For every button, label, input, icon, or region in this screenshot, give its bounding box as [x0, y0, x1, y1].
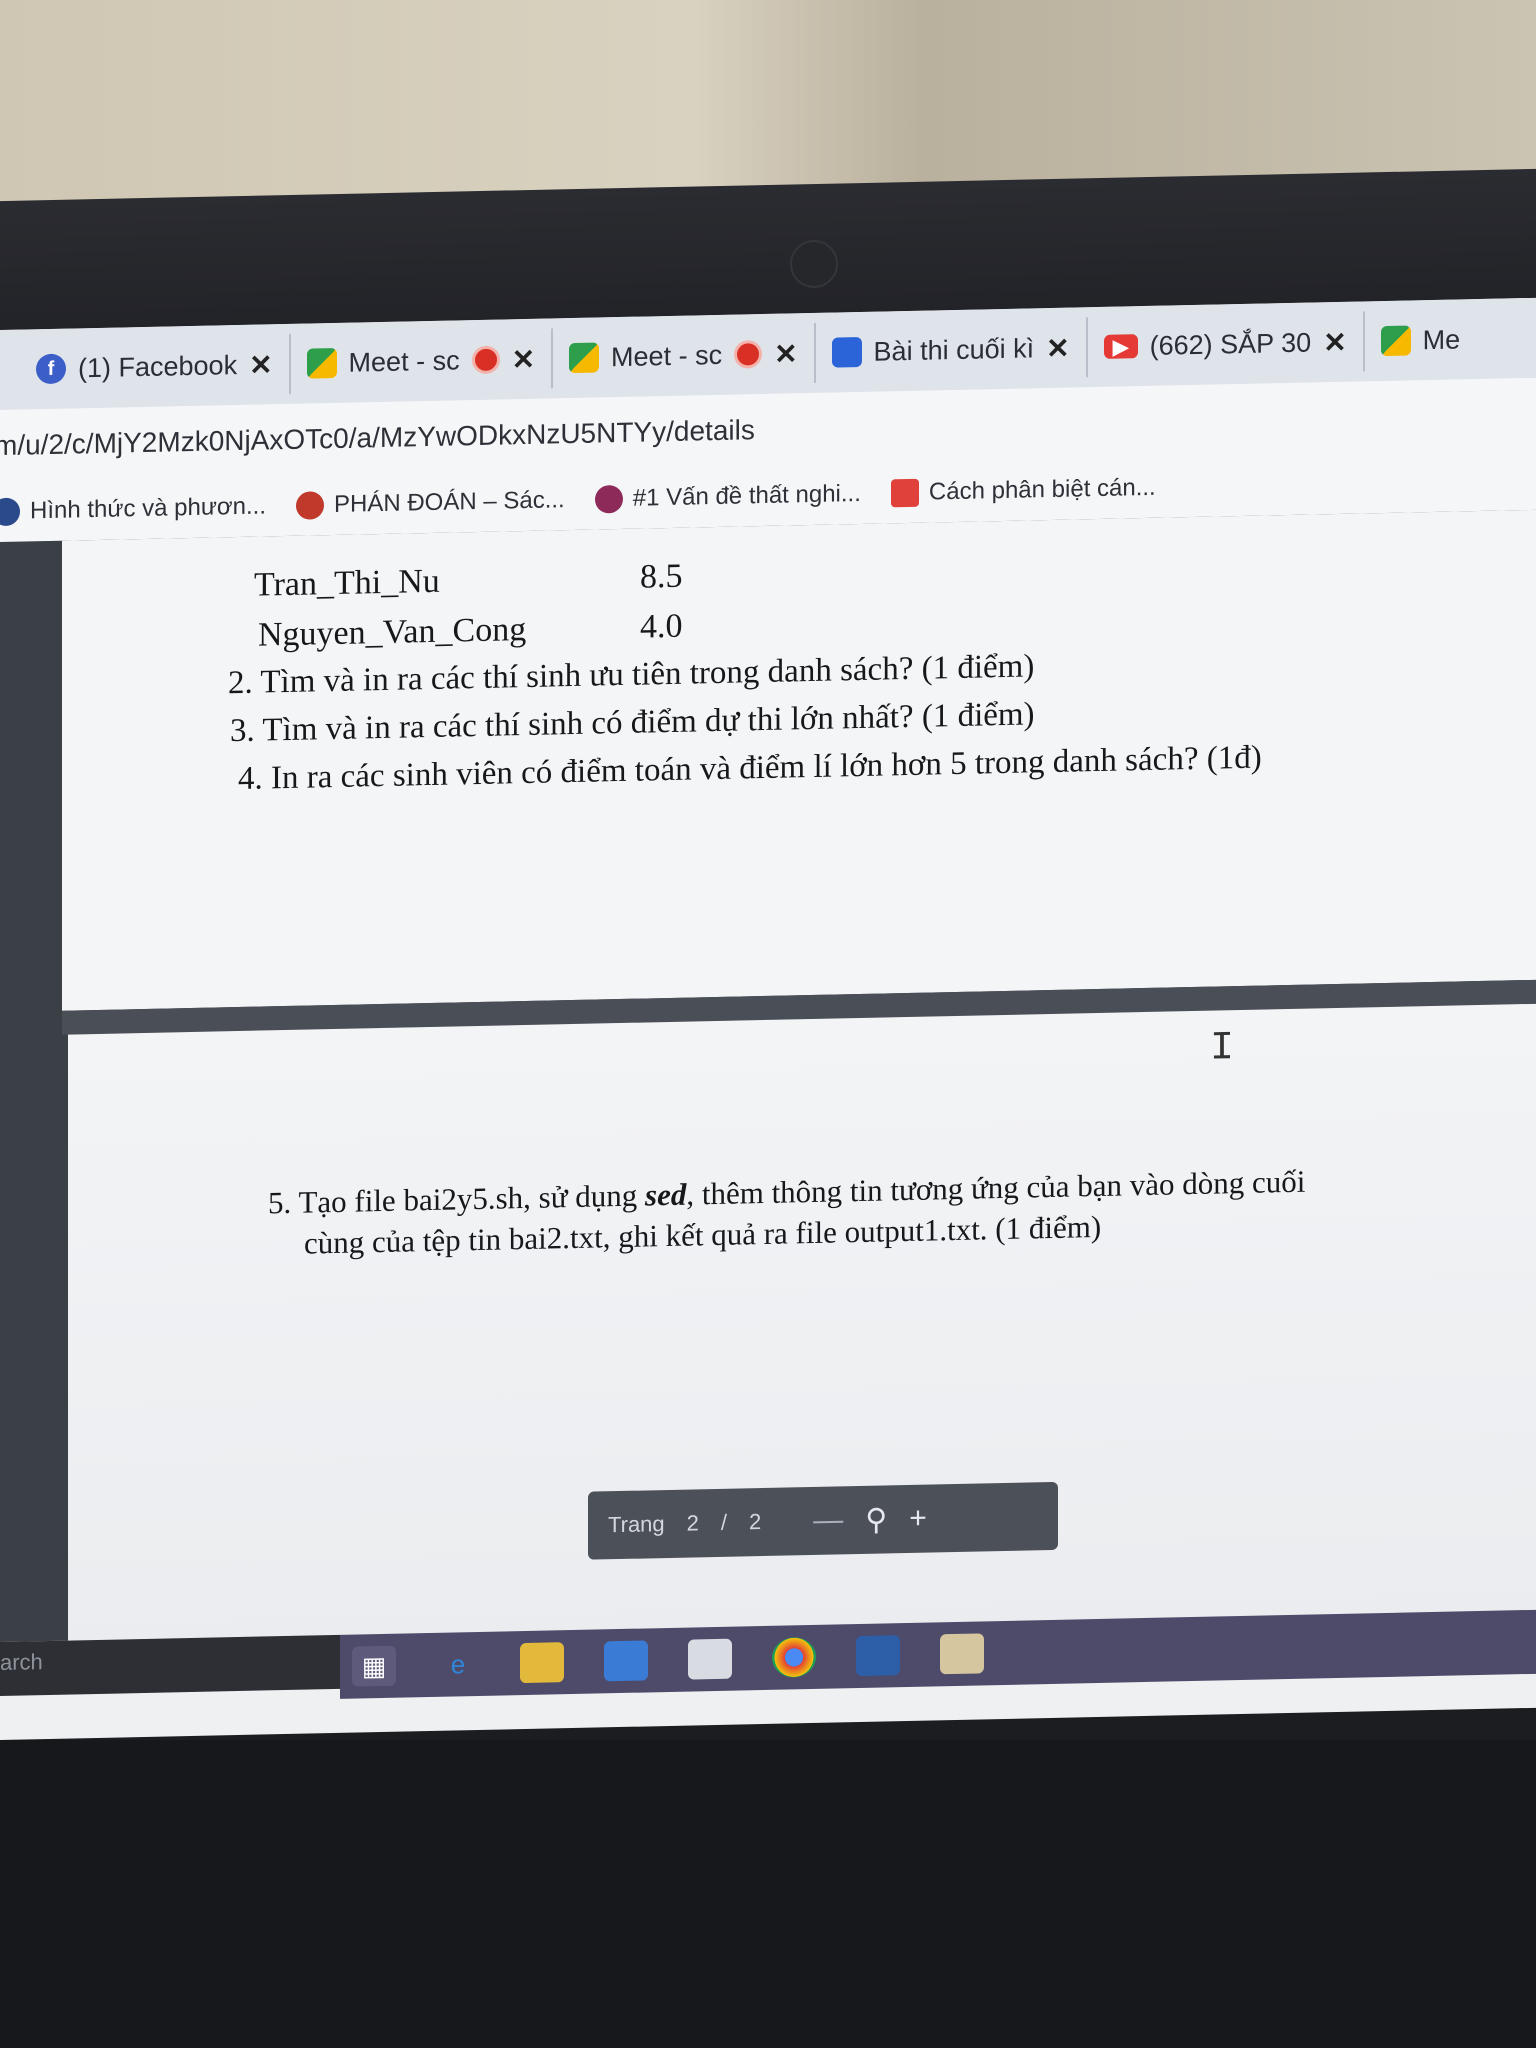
meet-icon: [569, 342, 600, 374]
tab-title: Meet - sc: [348, 344, 460, 378]
question-5-emphasis: sed: [645, 1176, 687, 1213]
virtualbox-icon[interactable]: [856, 1635, 900, 1677]
edge-icon[interactable]: e: [436, 1644, 480, 1685]
search-text: arch: [0, 1649, 43, 1675]
question-5-suffix: , thêm thông tin tương ứng của bạn vào d…: [686, 1163, 1306, 1212]
app-icon[interactable]: [940, 1633, 984, 1675]
chrome-icon[interactable]: [772, 1636, 816, 1678]
question-4: 4. In ra các sinh viên có điểm toán và đ…: [238, 739, 1262, 798]
page-separator-slash: /: [720, 1509, 728, 1535]
webcam: [790, 240, 838, 288]
total-pages: 2: [749, 1509, 762, 1535]
youtube-icon: ▶: [1103, 334, 1138, 359]
tab-youtube[interactable]: ▶ (662) SẮP 30 ✕: [1087, 311, 1365, 378]
url-text[interactable]: m/u/2/c/MjY2Mzk0NjAxOTc0/a/MzYwODkxNzU5N…: [0, 414, 755, 462]
bookmark-label: Cách phân biệt cán...: [928, 473, 1156, 506]
tab-classroom[interactable]: Bài thi cuối kì ✕: [815, 317, 1088, 383]
recording-icon: [734, 340, 763, 369]
bookmark-item[interactable]: Cách phân biệt cán...: [890, 473, 1156, 508]
page-controls: Trang 2 / 2 — ⚲ +: [588, 1481, 1058, 1560]
meet-icon: [306, 347, 337, 379]
taskbar-search[interactable]: arch: [0, 1634, 340, 1696]
mail-icon[interactable]: [688, 1638, 732, 1680]
bookmark-label: PHÁN ĐOÁN – Sác...: [333, 486, 565, 519]
student-name: Nguyen_Van_Cong: [258, 610, 527, 654]
tab-meet-3[interactable]: Me: [1365, 309, 1477, 371]
tab-meet-2[interactable]: Meet - sc ✕: [553, 322, 816, 389]
bookmark-icon: [295, 491, 324, 520]
zoom-in-button[interactable]: +: [909, 1502, 927, 1536]
store-icon[interactable]: [604, 1640, 648, 1682]
close-icon[interactable]: ✕: [774, 337, 797, 370]
tab-meet-1[interactable]: Meet - sc ✕: [290, 328, 554, 394]
file-explorer-icon[interactable]: [520, 1642, 564, 1684]
tab-title: Me: [1422, 323, 1461, 355]
laptop-bezel-bottom: [0, 1740, 1536, 2048]
bookmark-label: Hình thức và phươn...: [30, 492, 266, 525]
question-5-prefix: 5. Tạo file bai2y5.sh, sử dụng: [268, 1177, 645, 1221]
bookmark-icon: [890, 478, 919, 508]
bookmark-icon: [0, 497, 20, 527]
text-cursor-icon: I: [1210, 1026, 1235, 1072]
zoom-icon[interactable]: ⚲: [865, 1502, 887, 1537]
document-page-2: 5. Tạo file bai2y5.sh, sử dụng sed, thêm…: [68, 1003, 1536, 1675]
close-icon[interactable]: ✕: [1046, 331, 1069, 364]
current-page[interactable]: 2: [687, 1510, 699, 1536]
pdf-viewer[interactable]: Tran_Thi_Nu 8.5 Nguyen_Van_Cong 4.0 2. T…: [0, 509, 1536, 1675]
tab-title: (662) SẮP 30: [1149, 327, 1312, 361]
close-icon[interactable]: ✕: [512, 342, 535, 375]
tab-facebook[interactable]: f (1) Facebook ✕: [0, 333, 291, 400]
student-name: Tran_Thi_Nu: [254, 562, 440, 604]
tab-title: Meet - sc: [611, 339, 723, 372]
page-label: Trang: [608, 1511, 665, 1538]
question-5: 5. Tạo file bai2y5.sh, sử dụng sed, thêm…: [268, 1164, 1305, 1222]
task-view-icon[interactable]: ▦: [352, 1645, 396, 1687]
facebook-icon: f: [36, 353, 66, 385]
tab-title: (1) Facebook: [78, 349, 238, 383]
laptop-screen: f (1) Facebook ✕ Meet - sc ✕ Meet - sc ✕…: [0, 297, 1536, 1740]
bookmark-label: #1 Vấn đề thất nghi...: [632, 479, 861, 512]
zoom-out-button[interactable]: —: [813, 1503, 843, 1538]
close-icon[interactable]: ✕: [1323, 325, 1346, 358]
bookmark-item[interactable]: #1 Vấn đề thất nghi...: [594, 479, 861, 514]
classroom-icon: [831, 336, 862, 368]
student-score: 8.5: [640, 557, 683, 596]
question-2: 2. Tìm và in ra các thí sinh ưu tiên tro…: [228, 648, 1035, 702]
bookmark-item[interactable]: PHÁN ĐOÁN – Sác...: [295, 486, 565, 520]
bookmark-icon: [594, 484, 623, 514]
student-score: 4.0: [640, 607, 683, 646]
bookmark-item[interactable]: Hình thức và phươn...: [0, 492, 266, 527]
close-icon[interactable]: ✕: [249, 348, 272, 381]
question-3: 3. Tìm và in ra các thí sinh có điểm dự …: [230, 696, 1035, 750]
document-page-1: Tran_Thi_Nu 8.5 Nguyen_Van_Cong 4.0 2. T…: [62, 509, 1536, 1011]
recording-icon: [471, 345, 500, 375]
meet-icon: [1380, 325, 1411, 357]
tab-title: Bài thi cuối kì: [873, 332, 1035, 367]
